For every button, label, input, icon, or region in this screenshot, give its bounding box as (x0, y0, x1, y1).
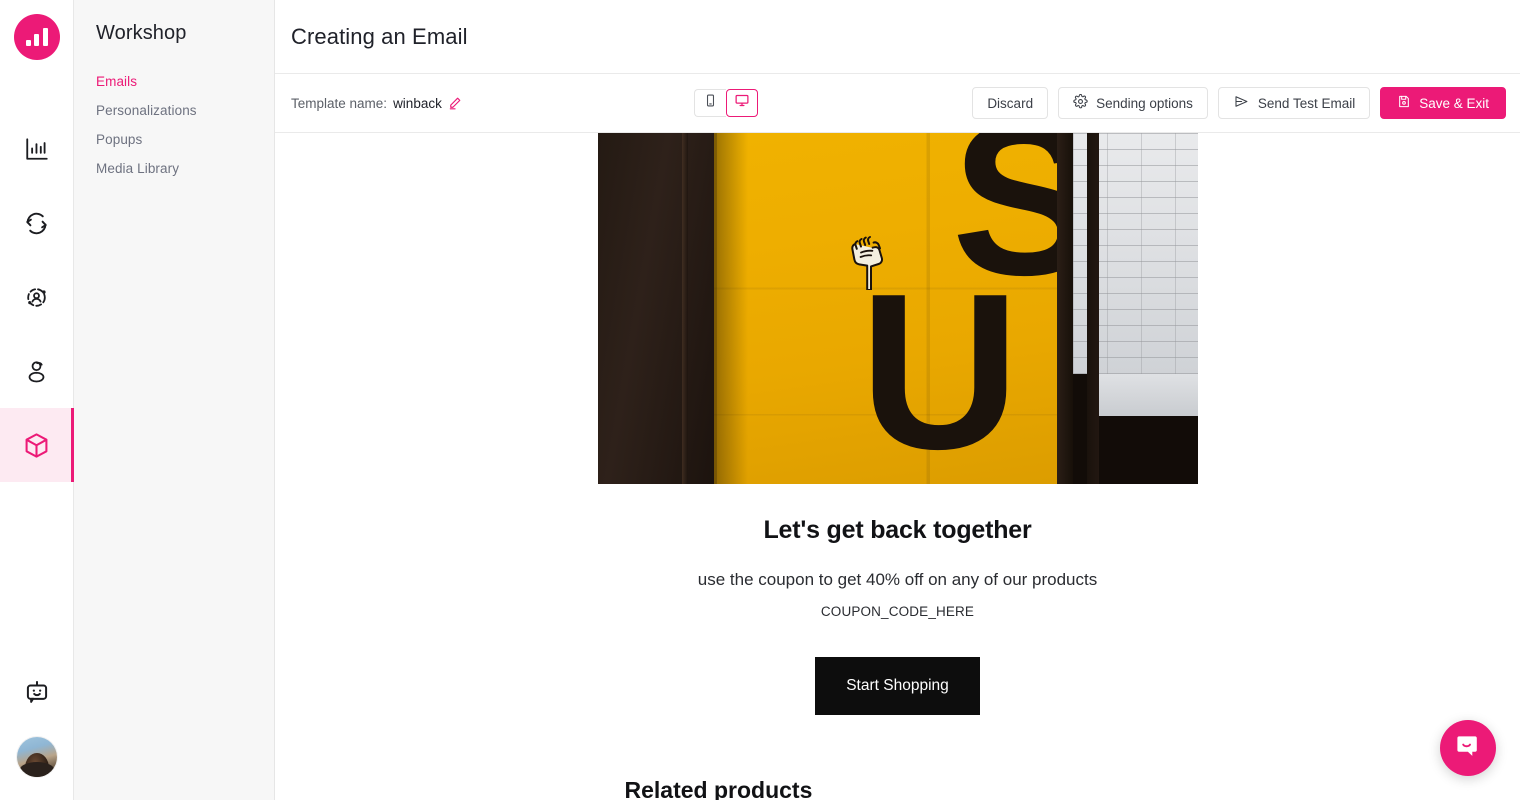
app-logo[interactable] (13, 14, 60, 60)
nav-panel-title: Workshop (96, 22, 187, 44)
email-preview-canvas[interactable]: S U Let's get back together use the coup… (275, 133, 1520, 800)
save-and-exit-button[interactable]: Save & Exit (1380, 87, 1506, 119)
pencil-edit-icon[interactable] (448, 96, 462, 110)
hero-left-wall (597, 133, 714, 484)
email-template: S U Let's get back together use the coup… (597, 133, 1198, 800)
device-preview-toggle (693, 89, 758, 117)
cube-box-icon (22, 431, 51, 460)
sidebar-item-personalizations[interactable]: Personalizations (74, 96, 274, 125)
avatar[interactable] (16, 737, 57, 777)
app-root: Workshop Emails Personalizations Popups … (0, 0, 1520, 800)
logo-bar-3 (42, 28, 48, 46)
hero-letter-u: U (859, 248, 1020, 484)
template-name-value: winback (393, 95, 442, 111)
hero-brick-edge (1086, 133, 1099, 484)
sidebar-item-media-library[interactable]: Media Library (74, 154, 274, 183)
rail-item-automations[interactable] (0, 186, 74, 260)
sync-refresh-icon (23, 210, 50, 237)
rail-item-workshop[interactable] (0, 408, 74, 482)
rail-item-personas[interactable] (0, 334, 74, 408)
save-and-exit-label: Save & Exit (1419, 95, 1489, 111)
logo-bar-2 (34, 34, 39, 46)
robot-icon (23, 679, 51, 712)
template-name-group: Template name: winback (291, 96, 462, 111)
template-name-label: Template name: (291, 95, 388, 111)
send-paper-plane-icon (1233, 94, 1250, 112)
sidebar-item-emails[interactable]: Emails (74, 67, 274, 96)
audience-network-icon (23, 284, 50, 311)
email-related-products-heading[interactable]: Related products (598, 777, 1198, 800)
rail-item-audiences[interactable] (0, 260, 74, 334)
device-toggle-mobile[interactable] (693, 89, 726, 117)
sending-options-label: Sending options (1096, 95, 1193, 111)
rail-item-analytics[interactable] (0, 112, 74, 186)
page-title: Creating an Email (291, 23, 468, 49)
toolbar-actions: Discard Sending options Send Test Email … (972, 87, 1506, 119)
sidebar-item-popups[interactable]: Popups (74, 125, 274, 154)
clasped-hands-illustration (847, 228, 891, 291)
discard-button[interactable]: Discard (972, 87, 1049, 119)
device-toggle-desktop[interactable] (725, 89, 758, 117)
bar-chart-icon (24, 136, 50, 162)
desktop-monitor-icon (734, 93, 750, 113)
email-body: Let's get back together use the coupon t… (598, 484, 1198, 800)
primary-icon-rail (0, 0, 74, 800)
main-content: Creating an Email Template name: winback (275, 0, 1520, 800)
secondary-nav-panel: Workshop Emails Personalizations Popups … (74, 0, 275, 800)
mobile-phone-icon (704, 93, 717, 113)
hero-dark-pillar (1056, 133, 1073, 484)
rail-bottom-group (0, 664, 73, 800)
send-test-email-label: Send Test Email (1257, 95, 1356, 111)
sending-options-button[interactable]: Sending options (1058, 87, 1208, 119)
rail-item-assistant[interactable] (0, 664, 74, 726)
intercom-launcher-button[interactable] (1440, 720, 1496, 776)
email-subheading[interactable]: use the coupon to get 40% off on any of … (598, 570, 1198, 590)
page-header: Creating an Email (275, 0, 1520, 74)
chat-bubble-smile-icon (1454, 732, 1482, 765)
logo-bar-1 (25, 40, 31, 46)
persona-user-icon (23, 358, 50, 385)
email-cta-button[interactable]: Start Shopping (815, 657, 980, 715)
send-test-email-button[interactable]: Send Test Email (1217, 87, 1371, 119)
email-coupon-code[interactable]: COUPON_CODE_HERE (598, 604, 1198, 619)
nav-item-list: Emails Personalizations Popups Media Lib… (74, 67, 274, 183)
rail-item-account[interactable] (0, 726, 74, 788)
hero-brick-lower (1098, 374, 1198, 416)
email-hero-image[interactable]: S U (597, 133, 1198, 484)
save-floppy-disk-icon (1397, 94, 1411, 112)
editor-toolbar: Template name: winback Discard Sending o… (275, 74, 1520, 133)
email-heading[interactable]: Let's get back together (598, 516, 1198, 545)
hero-right-area (1072, 133, 1198, 484)
rail-item-list (0, 112, 74, 482)
gear-icon (1073, 94, 1088, 112)
discard-button-label: Discard (987, 95, 1034, 111)
